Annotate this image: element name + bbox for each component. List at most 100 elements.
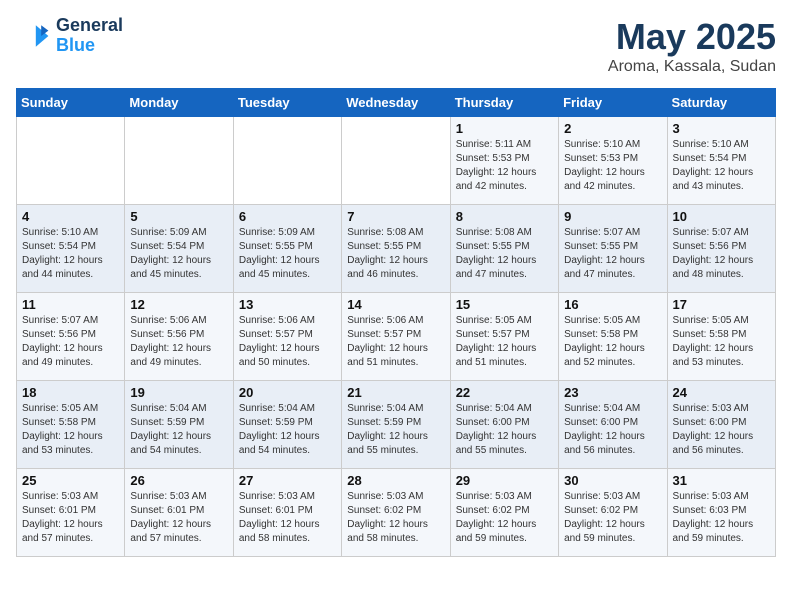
day-info: Sunrise: 5:03 AM Sunset: 6:00 PM Dayligh…: [673, 402, 770, 458]
calendar-cell: 30 Sunrise: 5:03 AM Sunset: 6:02 PM Dayli…: [559, 469, 667, 557]
day-number: 18: [22, 385, 119, 400]
day-number: 13: [239, 297, 336, 312]
day-info: Sunrise: 5:09 AM Sunset: 5:55 PM Dayligh…: [239, 226, 336, 282]
day-info: Sunrise: 5:03 AM Sunset: 6:01 PM Dayligh…: [239, 490, 336, 546]
calendar-cell: 14 Sunrise: 5:06 AM Sunset: 5:57 PM Dayli…: [342, 293, 450, 381]
calendar-cell: 18Sunrise: 5:05 AM Sunset: 5:58 PM Dayli…: [17, 381, 125, 469]
calendar-cell: [342, 117, 450, 205]
calendar-cell: [233, 117, 341, 205]
calendar-cell: 24 Sunrise: 5:03 AM Sunset: 6:00 PM Dayli…: [667, 381, 775, 469]
day-number: 21: [347, 385, 444, 400]
header-day-saturday: Saturday: [667, 89, 775, 117]
calendar-header: SundayMondayTuesdayWednesdayThursdayFrid…: [17, 89, 776, 117]
calendar-cell: 20 Sunrise: 5:04 AM Sunset: 5:59 PM Dayli…: [233, 381, 341, 469]
calendar-cell: 5 Sunrise: 5:09 AM Sunset: 5:54 PM Daylig…: [125, 205, 233, 293]
day-info: Sunrise: 5:06 AM Sunset: 5:57 PM Dayligh…: [239, 314, 336, 370]
logo-text: General Blue: [56, 16, 123, 56]
day-number: 22: [456, 385, 553, 400]
header-day-tuesday: Tuesday: [233, 89, 341, 117]
calendar-cell: 25Sunrise: 5:03 AM Sunset: 6:01 PM Dayli…: [17, 469, 125, 557]
day-number: 20: [239, 385, 336, 400]
day-number: 27: [239, 473, 336, 488]
calendar-cell: 22 Sunrise: 5:04 AM Sunset: 6:00 PM Dayli…: [450, 381, 558, 469]
day-info: Sunrise: 5:07 AM Sunset: 5:56 PM Dayligh…: [22, 314, 119, 370]
calendar-cell: 12Sunrise: 5:06 AM Sunset: 5:56 PM Dayli…: [125, 293, 233, 381]
day-info: Sunrise: 5:04 AM Sunset: 5:59 PM Dayligh…: [130, 402, 227, 458]
week-row-3: 11 Sunrise: 5:07 AM Sunset: 5:56 PM Dayli…: [17, 293, 776, 381]
calendar-cell: 13 Sunrise: 5:06 AM Sunset: 5:57 PM Dayli…: [233, 293, 341, 381]
logo-icon: [16, 18, 52, 54]
day-info: Sunrise: 5:08 AM Sunset: 5:55 PM Dayligh…: [347, 226, 444, 282]
calendar-cell: 31 Sunrise: 5:03 AM Sunset: 6:03 PM Dayli…: [667, 469, 775, 557]
day-number: 11: [22, 297, 119, 312]
day-info: Sunrise: 5:09 AM Sunset: 5:54 PM Dayligh…: [130, 226, 227, 282]
calendar-cell: 27 Sunrise: 5:03 AM Sunset: 6:01 PM Dayli…: [233, 469, 341, 557]
calendar-cell: 1Sunrise: 5:11 AM Sunset: 5:53 PM Daylig…: [450, 117, 558, 205]
title-block: May 2025 Aroma, Kassala, Sudan: [608, 16, 776, 76]
day-number: 10: [673, 209, 770, 224]
day-info: Sunrise: 5:03 AM Sunset: 6:02 PM Dayligh…: [347, 490, 444, 546]
day-info: Sunrise: 5:07 AM Sunset: 5:55 PM Dayligh…: [564, 226, 661, 282]
day-info: Sunrise: 5:11 AM Sunset: 5:53 PM Dayligh…: [456, 138, 553, 194]
calendar-cell: 26Sunrise: 5:03 AM Sunset: 6:01 PM Dayli…: [125, 469, 233, 557]
day-number: 9: [564, 209, 661, 224]
day-info: Sunrise: 5:03 AM Sunset: 6:03 PM Dayligh…: [673, 490, 770, 546]
day-info: Sunrise: 5:10 AM Sunset: 5:53 PM Dayligh…: [564, 138, 661, 194]
header-row: SundayMondayTuesdayWednesdayThursdayFrid…: [17, 89, 776, 117]
day-info: Sunrise: 5:08 AM Sunset: 5:55 PM Dayligh…: [456, 226, 553, 282]
calendar-cell: 3Sunrise: 5:10 AM Sunset: 5:54 PM Daylig…: [667, 117, 775, 205]
day-info: Sunrise: 5:04 AM Sunset: 5:59 PM Dayligh…: [347, 402, 444, 458]
calendar-cell: 16Sunrise: 5:05 AM Sunset: 5:58 PM Dayli…: [559, 293, 667, 381]
calendar-subtitle: Aroma, Kassala, Sudan: [608, 58, 776, 76]
calendar-cell: 28Sunrise: 5:03 AM Sunset: 6:02 PM Dayli…: [342, 469, 450, 557]
header-day-friday: Friday: [559, 89, 667, 117]
week-row-2: 4 Sunrise: 5:10 AM Sunset: 5:54 PM Daylig…: [17, 205, 776, 293]
day-number: 31: [673, 473, 770, 488]
day-number: 26: [130, 473, 227, 488]
calendar-cell: 11 Sunrise: 5:07 AM Sunset: 5:56 PM Dayli…: [17, 293, 125, 381]
day-number: 5: [130, 209, 227, 224]
day-number: 2: [564, 121, 661, 136]
day-info: Sunrise: 5:04 AM Sunset: 6:00 PM Dayligh…: [456, 402, 553, 458]
calendar-cell: 4 Sunrise: 5:10 AM Sunset: 5:54 PM Daylig…: [17, 205, 125, 293]
header-day-thursday: Thursday: [450, 89, 558, 117]
day-number: 15: [456, 297, 553, 312]
calendar-body: 1Sunrise: 5:11 AM Sunset: 5:53 PM Daylig…: [17, 117, 776, 557]
day-info: Sunrise: 5:05 AM Sunset: 5:58 PM Dayligh…: [564, 314, 661, 370]
calendar-cell: 7 Sunrise: 5:08 AM Sunset: 5:55 PM Daylig…: [342, 205, 450, 293]
calendar-cell: 29 Sunrise: 5:03 AM Sunset: 6:02 PM Dayli…: [450, 469, 558, 557]
calendar-cell: [17, 117, 125, 205]
header-day-wednesday: Wednesday: [342, 89, 450, 117]
day-info: Sunrise: 5:04 AM Sunset: 5:59 PM Dayligh…: [239, 402, 336, 458]
day-number: 29: [456, 473, 553, 488]
week-row-5: 25Sunrise: 5:03 AM Sunset: 6:01 PM Dayli…: [17, 469, 776, 557]
header-day-monday: Monday: [125, 89, 233, 117]
day-number: 17: [673, 297, 770, 312]
day-number: 24: [673, 385, 770, 400]
header-day-sunday: Sunday: [17, 89, 125, 117]
day-number: 4: [22, 209, 119, 224]
day-number: 7: [347, 209, 444, 224]
day-info: Sunrise: 5:05 AM Sunset: 5:58 PM Dayligh…: [673, 314, 770, 370]
day-number: 14: [347, 297, 444, 312]
day-info: Sunrise: 5:03 AM Sunset: 6:02 PM Dayligh…: [564, 490, 661, 546]
calendar-cell: 15 Sunrise: 5:05 AM Sunset: 5:57 PM Dayli…: [450, 293, 558, 381]
calendar-cell: 10Sunrise: 5:07 AM Sunset: 5:56 PM Dayli…: [667, 205, 775, 293]
day-info: Sunrise: 5:10 AM Sunset: 5:54 PM Dayligh…: [22, 226, 119, 282]
calendar-cell: 17 Sunrise: 5:05 AM Sunset: 5:58 PM Dayli…: [667, 293, 775, 381]
calendar-table: SundayMondayTuesdayWednesdayThursdayFrid…: [16, 88, 776, 557]
week-row-4: 18Sunrise: 5:05 AM Sunset: 5:58 PM Dayli…: [17, 381, 776, 469]
calendar-cell: 2 Sunrise: 5:10 AM Sunset: 5:53 PM Daylig…: [559, 117, 667, 205]
calendar-cell: 23Sunrise: 5:04 AM Sunset: 6:00 PM Dayli…: [559, 381, 667, 469]
calendar-cell: [125, 117, 233, 205]
page-header: General Blue May 2025 Aroma, Kassala, Su…: [16, 16, 776, 76]
calendar-cell: 19 Sunrise: 5:04 AM Sunset: 5:59 PM Dayli…: [125, 381, 233, 469]
day-number: 30: [564, 473, 661, 488]
day-number: 19: [130, 385, 227, 400]
day-info: Sunrise: 5:06 AM Sunset: 5:57 PM Dayligh…: [347, 314, 444, 370]
day-number: 3: [673, 121, 770, 136]
calendar-cell: 8Sunrise: 5:08 AM Sunset: 5:55 PM Daylig…: [450, 205, 558, 293]
day-info: Sunrise: 5:03 AM Sunset: 6:02 PM Dayligh…: [456, 490, 553, 546]
day-info: Sunrise: 5:05 AM Sunset: 5:57 PM Dayligh…: [456, 314, 553, 370]
week-row-1: 1Sunrise: 5:11 AM Sunset: 5:53 PM Daylig…: [17, 117, 776, 205]
